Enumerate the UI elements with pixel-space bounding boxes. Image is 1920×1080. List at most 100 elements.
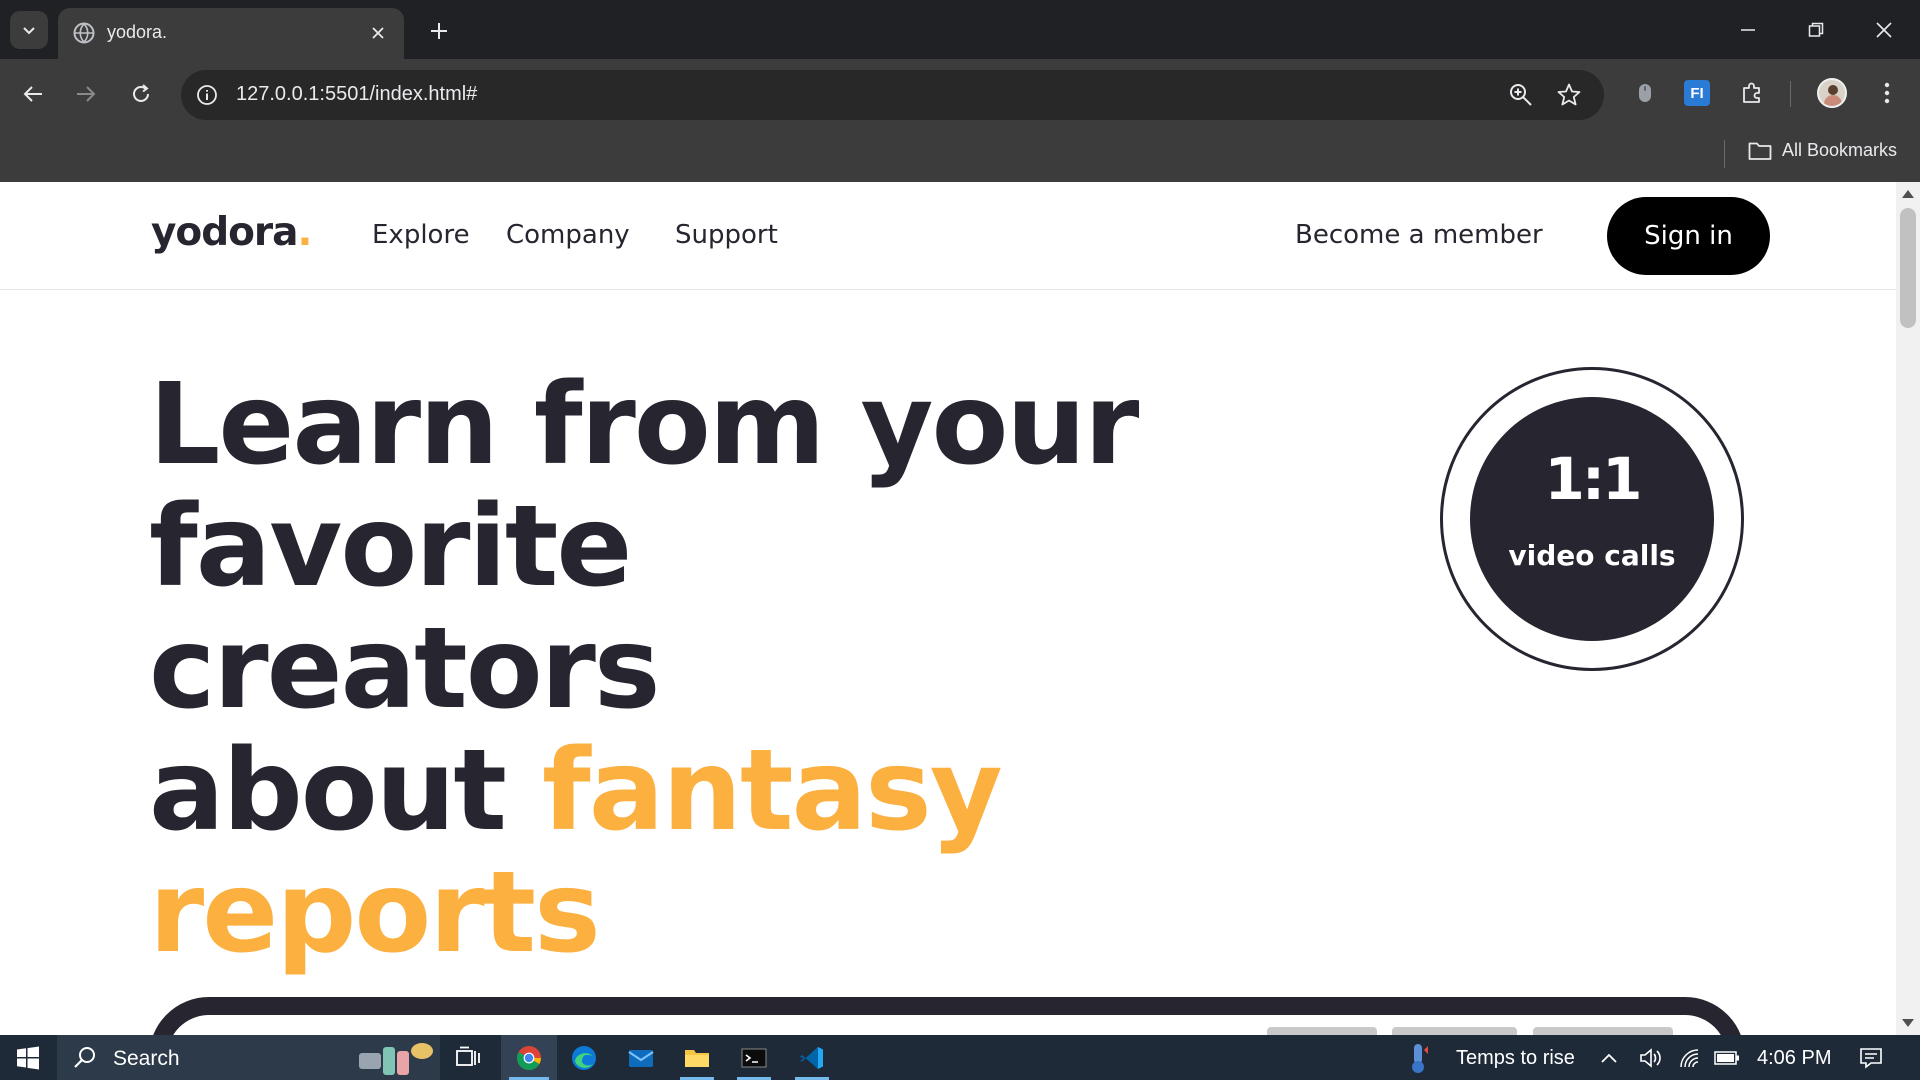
logo-dot: . [297,210,312,255]
tab-search-button[interactable] [10,11,48,49]
bookmark-star-icon[interactable] [1556,82,1582,108]
battery-button[interactable] [1710,1035,1744,1080]
site-logo[interactable]: yodora. [151,210,312,255]
preview-tab [1392,1027,1517,1035]
browser-toolbar: 127.0.0.1:5501/index.html# FI [0,59,1920,130]
volume-icon [1640,1047,1661,1068]
plus-icon [431,23,447,39]
vscode-icon [800,1046,823,1069]
start-button[interactable] [3,1035,53,1080]
avatar-image [1817,78,1847,108]
taskbar-edge[interactable] [559,1035,609,1080]
hero-line-2: favorite creators [149,482,661,734]
scroll-thumb[interactable] [1900,208,1916,328]
site-info-icon[interactable] [195,83,219,107]
close-icon [1876,22,1892,38]
terminal-icon [741,1048,767,1067]
browser-menu-button[interactable] [1869,75,1905,111]
badge-ratio: 1:1 [1544,445,1643,513]
extensions-puzzle-icon[interactable] [1734,75,1770,111]
video-calls-badge: 1:1 video calls [1470,397,1714,641]
arrow-right-icon [77,86,96,102]
back-button[interactable] [15,76,51,112]
page-viewport: yodora. Explore Company Support Become a… [0,182,1920,1035]
minimize-icon [1741,29,1755,31]
reload-icon [133,84,149,102]
page-scrollbar[interactable] [1896,182,1920,1035]
profile-avatar[interactable] [1814,75,1850,111]
badge-caption: video calls [1508,539,1676,572]
wifi-icon [1680,1048,1699,1067]
battery-icon [1714,1050,1739,1065]
extension-fi-icon[interactable]: FI [1679,75,1715,111]
browser-tab-active[interactable]: yodora. [58,8,404,59]
scroll-down-arrow[interactable] [1902,1019,1914,1027]
taskbar-file-explorer[interactable] [672,1035,722,1080]
task-view-icon [456,1046,480,1066]
address-bar[interactable]: 127.0.0.1:5501/index.html# [181,70,1604,120]
browser-tab-bar: yodora. [0,0,1920,59]
chevron-up-icon [1601,1053,1617,1063]
taskbar-chrome[interactable] [501,1035,557,1080]
hero-heading: Learn from your favorite creators about … [149,364,1149,974]
new-tab-button[interactable] [424,16,454,46]
all-bookmarks-label: All Bookmarks [1782,140,1898,160]
windows-taskbar: Search Temps to rise 4:06 PM [0,1035,1920,1080]
notifications-button[interactable] [1846,1035,1896,1080]
bookmarks-divider [1724,140,1725,168]
search-label: Search [113,1047,180,1070]
folder-icon [1748,142,1772,160]
clock-time[interactable]: 4:06 PM [1757,1047,1831,1070]
close-window-button[interactable] [1862,12,1906,48]
hero-line-3: about fantasy [149,730,1149,852]
preview-tab [1267,1027,1377,1035]
folder-icon [685,1049,709,1067]
hero-accent-fantasy: fantasy [541,726,1003,856]
extension-mouse-icon[interactable] [1627,75,1663,111]
all-bookmarks-button[interactable]: All Bookmarks [1748,140,1897,161]
taskbar-search[interactable]: Search [57,1035,440,1080]
network-button[interactable] [1674,1035,1706,1080]
extension-fi-label: FI [1684,80,1710,106]
sign-in-button[interactable]: Sign in [1607,197,1770,275]
close-tab-icon[interactable] [366,21,390,45]
task-view-button[interactable] [443,1035,493,1080]
tray-overflow-button[interactable] [1594,1035,1624,1080]
hero-line-1: Learn from your [149,360,1139,490]
more-vertical-icon [1884,82,1890,104]
nav-company[interactable]: Company [506,220,630,250]
windows-logo-icon [17,1046,39,1069]
site-header: yodora. Explore Company Support Become a… [0,182,1896,290]
become-member-link[interactable]: Become a member [1295,220,1543,250]
scroll-up-arrow[interactable] [1902,190,1914,198]
taskbar-mail[interactable] [616,1035,666,1080]
hero-accent-reports: reports [149,848,601,978]
nav-explore[interactable]: Explore [372,220,470,250]
zoom-icon[interactable] [1508,82,1534,108]
chevron-down-icon [23,27,35,35]
preview-tab [1533,1027,1673,1035]
search-highlight-illustration [355,1041,437,1077]
weather-text[interactable]: Temps to rise [1456,1047,1575,1070]
notification-icon [1860,1047,1882,1069]
thermometer-icon [1412,1043,1428,1073]
restore-icon [1808,22,1824,37]
nav-support[interactable]: Support [675,220,778,250]
forward-button[interactable] [68,76,104,112]
weather-widget-icon[interactable] [1398,1035,1438,1080]
url-text: 127.0.0.1:5501/index.html# [236,83,478,105]
hero-line-3-plain: about [149,726,542,856]
toolbar-divider [1790,81,1791,107]
volume-button[interactable] [1636,1035,1668,1080]
bookmarks-bar: All Bookmarks [0,130,1920,182]
edge-icon [572,1045,596,1070]
minimize-button[interactable] [1726,12,1770,48]
arrow-left-icon [23,86,42,102]
reload-button[interactable] [123,76,159,112]
logo-text: yodora [151,210,298,255]
taskbar-vscode[interactable] [787,1035,837,1080]
taskbar-terminal[interactable] [729,1035,779,1080]
restore-button[interactable] [1794,12,1838,48]
globe-icon [73,22,95,44]
mail-icon [628,1049,654,1067]
